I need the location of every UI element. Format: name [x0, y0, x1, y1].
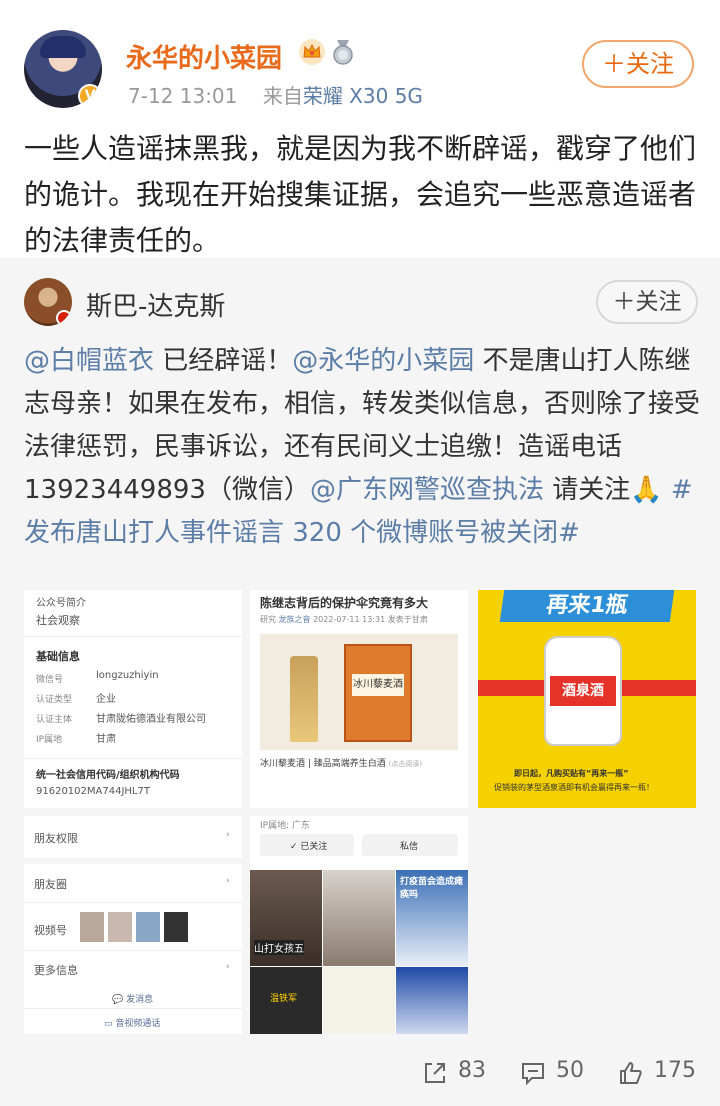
profile-header: 公众号简介: [36, 598, 86, 609]
video-tile: [323, 967, 395, 1034]
profile-row-label: 认证主体: [36, 715, 73, 725]
thumb: [136, 912, 160, 942]
repost-text-part: 请关注🙏: [543, 475, 671, 505]
user-avatar[interactable]: V: [24, 30, 102, 108]
medal-icon: [333, 40, 353, 65]
chevron-right-icon: ›: [226, 962, 230, 972]
crown-icon: [299, 39, 325, 65]
video-tile: 山打女孩五: [250, 870, 322, 966]
promo-label: 酒泉酒: [550, 676, 616, 706]
profile-row-value: 甘肃陇佑德酒业有限公司: [96, 714, 206, 725]
promo-banner: 再来1瓶: [499, 590, 675, 622]
verified-badge-icon: V: [78, 84, 102, 108]
profile-code-value: 91620102MA744JHL7T: [36, 786, 150, 797]
mention-link[interactable]: @永华的小菜园: [292, 346, 474, 376]
repost-user-avatar[interactable]: [24, 278, 72, 326]
profile-code-label: 统一社会信用代码/组织机构代码: [36, 770, 180, 781]
comment-icon: [522, 1063, 544, 1086]
image-account-profile[interactable]: 公众号简介 社会观察 基础信息 微信号 longzuzhiyin 认证类型 企业…: [24, 590, 242, 808]
promo-bottle: 酒泉酒: [544, 636, 622, 746]
video-call-button: ▭ 音视频通话: [104, 1019, 161, 1029]
repost-follow-button[interactable]: ＋关注: [596, 280, 698, 324]
user-name[interactable]: 永华的小菜园: [126, 38, 282, 75]
mention-link[interactable]: @白帽蓝衣: [24, 346, 154, 376]
image-video-account[interactable]: IP属地: 广东 ✓ 已关注 私信 山打女孩五 打疫苗会造成瘫痪吗 温铁军: [250, 816, 468, 1034]
menu-item: 朋友权限: [34, 832, 78, 845]
profile-row-label: IP属地: [36, 735, 63, 745]
share-icon: [425, 1063, 445, 1083]
box-shape: 冰川藜麦酒: [344, 644, 412, 742]
promo-footer-1: 即日起，凡购买贴有“再来一瓶”: [514, 769, 629, 778]
image-wechat-profile[interactable]: 朋友权限 › 朋友圈 › 视频号 更多信息 › 💬 发消息 ▭ 音视频通话: [24, 816, 242, 1034]
article-title: 陈继志背后的保护伞究竟有多大: [260, 596, 429, 610]
action-bar: 83 50 175: [0, 1040, 720, 1106]
post-meta: 7-12 13:01 来自荣耀 X30 5G: [128, 80, 423, 109]
product-photo: 冰川藜麦酒: [260, 634, 458, 750]
chevron-right-icon: ›: [226, 830, 230, 840]
profile-row-value: 企业: [96, 694, 116, 705]
repost-user-name[interactable]: 斯巴-达克斯: [86, 286, 225, 323]
video-tile: [323, 870, 395, 966]
repost-count: 83: [458, 1058, 486, 1083]
article-caption: 冰川藜麦酒 | 臻品高端养生白酒 (点击阅读): [260, 759, 423, 769]
private-message-button: 私信: [362, 834, 458, 856]
menu-item: 朋友圈: [34, 878, 67, 891]
post-text: 一些人造谣抹黑我，就是因为我不断辟谣，戳穿了他们的诡计。我现在开始搜集证据，会追…: [24, 132, 697, 257]
region-flag-icon: [56, 310, 72, 326]
profile-row-label: 微信号: [36, 675, 64, 685]
comment-count: 50: [556, 1058, 584, 1083]
profile-row-label: 认证类型: [36, 695, 73, 705]
device-name[interactable]: 荣耀 X30 5G: [303, 84, 423, 108]
post-time: 7-12 13:01: [128, 84, 238, 108]
video-tile: [396, 967, 468, 1034]
promo-footer-2: 促销装的茅型酒泉酒即有机会赢得再来一瓶！: [494, 783, 654, 792]
chevron-right-icon: ›: [226, 876, 230, 886]
image-article[interactable]: 陈继志背后的保护伞究竟有多大 研究 龙族之音 2022-07-11 13:31 …: [250, 590, 468, 808]
profile-row-value: longzuzhiyin: [96, 670, 159, 681]
article-meta: 研究 龙族之音 2022-07-11 13:31 发表于甘肃: [260, 615, 428, 624]
image-promo[interactable]: 再来1瓶 酒泉酒 即日起，凡购买贴有“再来一瓶” 促销装的茅型酒泉酒即有机会赢得…: [478, 590, 696, 808]
like-count: 175: [654, 1058, 696, 1083]
post-header: V 永华的小菜园 7-12 13:01 来自荣耀 X30 5G ＋关注: [0, 0, 720, 110]
reposted-content[interactable]: 斯巴-达克斯 ＋关注 @白帽蓝衣 已经辟谣！@永华的小菜园 不是唐山打人陈继志母…: [0, 258, 720, 1106]
thumb: [164, 912, 188, 942]
profile-section: 基础信息: [36, 650, 80, 663]
repost-text-part: 已经辟谣！: [154, 346, 293, 376]
thumb: [108, 912, 132, 942]
video-tile: 温铁军: [250, 967, 322, 1034]
thumbs-up-icon: [620, 1062, 642, 1084]
source-prefix: 来自: [262, 84, 303, 108]
send-message-button: 💬 发消息: [112, 995, 154, 1005]
bottle-shape: [290, 656, 318, 742]
box-label: 冰川藜麦酒: [352, 674, 404, 696]
menu-item: 视频号: [34, 924, 67, 937]
menu-item: 更多信息: [34, 964, 78, 977]
follow-button[interactable]: ＋关注: [582, 40, 694, 88]
repost-text: @白帽蓝衣 已经辟谣！@永华的小菜园 不是唐山打人陈继志母亲！如果在发布，相信，…: [24, 340, 700, 555]
mention-link[interactable]: @广东网警巡查执法: [310, 475, 544, 505]
followed-button: ✓ 已关注: [260, 834, 354, 856]
ip-location: IP属地: 广东: [260, 821, 310, 831]
profile-intro: 社会观察: [36, 614, 80, 627]
profile-row-value: 甘肃: [96, 734, 116, 745]
thumb: [80, 912, 104, 942]
avatar-cap: [40, 36, 86, 58]
video-tile: 打疫苗会造成瘫痪吗: [396, 870, 468, 966]
